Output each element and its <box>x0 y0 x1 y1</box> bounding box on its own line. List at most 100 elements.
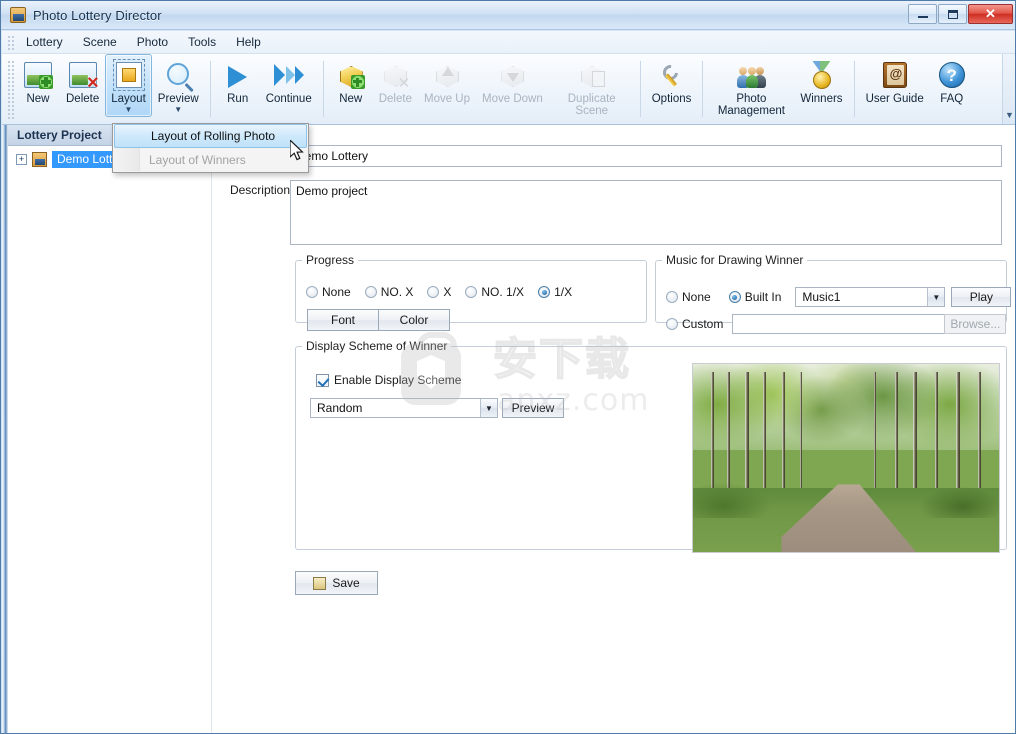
music-radio-custom[interactable]: Custom <box>666 317 723 331</box>
display-scheme-value: Random <box>317 401 363 415</box>
toolbar-button-label: Layout <box>111 93 146 105</box>
display-scheme-preview-button[interactable]: Preview <box>502 398 564 418</box>
toolbar-run-button[interactable]: Run <box>216 54 260 108</box>
music-builtin-value: Music1 <box>802 290 841 304</box>
music-custom-input[interactable] <box>732 314 946 334</box>
toolbar-group-options: Options <box>646 54 698 124</box>
toolbar-group-run: Run Continue <box>216 54 318 124</box>
cube-plus-icon <box>335 59 367 91</box>
toolbar-group-management: Photo Management Winners <box>708 54 848 124</box>
chevron-down-icon[interactable]: ▼ <box>125 106 133 114</box>
progress-button-row: Font Color <box>307 309 450 331</box>
toolbar-grip-icon <box>6 59 14 119</box>
radio-label: NO. X <box>380 285 414 299</box>
progress-color-button[interactable]: Color <box>378 309 450 331</box>
layout-dropdown-menu: Layout of Rolling Photo Layout of Winner… <box>112 123 309 173</box>
toolbar-separator <box>209 61 211 117</box>
cube-down-icon <box>496 59 528 91</box>
radio-label: Custom <box>682 317 724 331</box>
menu-item-layout-of-rolling-photo[interactable]: Layout of Rolling Photo <box>114 124 307 148</box>
toolbar-group-lottery: New Delete Layout ▼ Preview ▼ <box>16 54 205 124</box>
fast-forward-icon <box>273 59 305 91</box>
main-content: Lottery Project + Demo Lottery Descripti… <box>2 125 1015 733</box>
photo-new-icon <box>22 59 54 91</box>
enable-display-scheme-label: Enable Display Scheme <box>334 373 462 387</box>
toolbar-delete-scene-button: Delete <box>373 54 418 108</box>
music-radio-none[interactable]: None <box>666 290 711 304</box>
scheme-photo-preview <box>692 363 1000 553</box>
progress-font-button[interactable]: Font <box>307 309 379 331</box>
toolbar-separator <box>322 61 324 117</box>
progress-radio-none[interactable]: None <box>306 285 351 299</box>
progress-radio-row: None NO. X X NO. 1/X 1/X <box>306 285 572 299</box>
toolbar-preview-button[interactable]: Preview ▼ <box>152 54 205 117</box>
project-icon <box>32 152 47 167</box>
description-label: Description <box>229 183 290 197</box>
toolbar-move-up-button: Move Up <box>418 54 476 108</box>
save-button[interactable]: Save <box>295 571 378 595</box>
toolbar-separator <box>853 61 855 117</box>
menu-bar: Lottery Scene Photo Tools Help <box>2 31 1015 54</box>
progress-radio-no-x[interactable]: NO. X <box>364 285 414 299</box>
toolbar-continue-button[interactable]: Continue <box>260 54 318 108</box>
toolbar-button-label: New <box>26 93 50 105</box>
radio-label: None <box>322 285 351 299</box>
close-button[interactable]: ✕ <box>968 4 1013 24</box>
photo-delete-icon <box>67 59 99 93</box>
radio-label: Built In <box>744 290 782 304</box>
menu-tools[interactable]: Tools <box>178 32 226 52</box>
toolbar-user-guide-button[interactable]: User Guide <box>860 54 930 108</box>
cube-up-icon <box>431 59 463 91</box>
maximize-button[interactable] <box>938 4 967 24</box>
toolbar-winners-button[interactable]: Winners <box>794 54 848 108</box>
play-icon <box>222 59 254 91</box>
radio-dot-icon <box>728 291 741 303</box>
toolbar-button-label: Duplicate Scene <box>567 93 616 117</box>
toolbar-button-label: New <box>339 93 363 105</box>
toolbar-options-button[interactable]: Options <box>646 54 698 108</box>
name-field-row <box>212 145 1002 167</box>
name-input[interactable] <box>290 145 1002 167</box>
close-icon: ✕ <box>985 6 996 21</box>
checkbox-check-icon <box>316 373 329 387</box>
toolbar-button-label: Winners <box>800 93 843 105</box>
menu-photo[interactable]: Photo <box>127 32 178 52</box>
caption-buttons: ✕ <box>908 4 1013 24</box>
chevron-down-icon[interactable]: ▼ <box>927 288 945 306</box>
music-radio-builtin[interactable]: Built In <box>728 290 782 304</box>
cube-duplicate-icon <box>576 59 608 91</box>
menu-lottery[interactable]: Lottery <box>16 32 73 52</box>
toolbar-button-label: Options <box>651 93 692 105</box>
progress-radio-x[interactable]: X <box>427 285 451 299</box>
music-play-button[interactable]: Play <box>951 287 1012 307</box>
radio-label: NO. 1/X <box>481 285 525 299</box>
toolbar-separator <box>702 61 704 117</box>
toolbar-new-scene-button[interactable]: New <box>329 54 373 108</box>
toolbar-layout-button[interactable]: Layout ▼ <box>105 54 152 117</box>
toolbar-group-scene: New Delete Move Up Move Down Duplicate S… <box>329 54 635 124</box>
toolbar-photo-management-button[interactable]: Photo Management <box>708 54 794 120</box>
enable-display-scheme-checkbox[interactable]: Enable Display Scheme <box>316 373 461 387</box>
toolbar-button-label: User Guide <box>865 93 924 105</box>
save-button-label: Save <box>332 576 360 590</box>
toolbar-delete-lottery-button[interactable]: Delete <box>60 54 105 108</box>
toolbar-new-lottery-button[interactable]: New <box>16 54 60 108</box>
radio-dot-icon <box>666 291 678 303</box>
toolbar-group-help: User Guide ? FAQ <box>860 54 974 124</box>
expander-icon[interactable]: + <box>16 154 27 165</box>
chevron-down-icon[interactable]: ▼ <box>174 106 182 114</box>
menu-scene[interactable]: Scene <box>73 32 127 52</box>
toolbar-faq-button[interactable]: ? FAQ <box>930 54 974 108</box>
toolbar-move-down-button: Move Down <box>476 54 549 108</box>
progress-radio-1x[interactable]: 1/X <box>538 285 572 299</box>
music-browse-button: Browse... <box>944 314 1007 334</box>
toolbar-button-label: Delete <box>378 93 412 105</box>
progress-radio-no-1x[interactable]: NO. 1/X <box>465 285 524 299</box>
music-builtin-combo[interactable]: Music1 ▼ <box>795 287 946 307</box>
minimize-button[interactable] <box>908 4 937 24</box>
menu-help[interactable]: Help <box>226 32 271 52</box>
description-textarea[interactable]: Demo project <box>290 180 1002 245</box>
display-scheme-combo[interactable]: Random ▼ <box>310 398 498 418</box>
chevron-down-icon[interactable]: ▼ <box>480 399 497 417</box>
toolbar-scroll-down-icon[interactable]: ▼ <box>1002 54 1015 124</box>
